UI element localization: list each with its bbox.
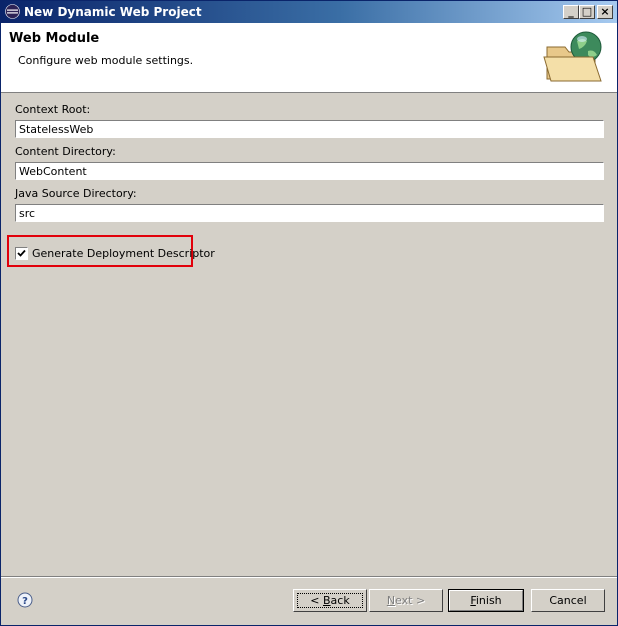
window-title: New Dynamic Web Project xyxy=(24,5,202,19)
generate-descriptor-label[interactable]: Generate Deployment Descriptor xyxy=(32,247,215,260)
maximize-button[interactable]: □ xyxy=(579,5,595,19)
maximize-icon: □ xyxy=(581,5,593,18)
page-description: Configure web module settings. xyxy=(18,54,194,67)
finish-button[interactable]: Finish xyxy=(448,589,524,612)
java-source-directory-label: Java Source Directory: xyxy=(15,187,137,200)
back-button[interactable]: < Back xyxy=(293,589,367,612)
generate-descriptor-checkbox[interactable] xyxy=(15,247,28,260)
close-button[interactable]: × xyxy=(597,5,613,19)
context-root-label: Context Root: xyxy=(15,103,91,116)
back-button-label: < Back xyxy=(310,594,350,607)
minimize-button[interactable]: _ xyxy=(563,5,579,19)
java-source-directory-input[interactable] xyxy=(16,205,606,221)
content-directory-input[interactable] xyxy=(16,163,606,179)
cancel-button-label: Cancel xyxy=(549,594,587,607)
minimize-icon: _ xyxy=(568,5,574,18)
title-bar[interactable]: New Dynamic Web Project _ □ × xyxy=(1,1,617,23)
content-directory-field[interactable] xyxy=(15,162,606,180)
context-root-input[interactable] xyxy=(16,121,606,137)
eclipse-icon xyxy=(5,4,20,19)
java-source-directory-field[interactable] xyxy=(15,204,606,222)
footer-separator xyxy=(1,576,617,578)
wizard-banner: Web Module Configure web module settings… xyxy=(1,23,617,93)
checkmark-icon xyxy=(17,249,26,257)
page-title: Web Module xyxy=(9,31,100,46)
content-directory-label: Content Directory: xyxy=(15,145,116,158)
folder-globe-icon xyxy=(543,31,602,82)
cancel-button[interactable]: Cancel xyxy=(531,589,605,612)
dialog-window: New Dynamic Web Project _ □ × Web Module… xyxy=(0,0,618,626)
close-icon: × xyxy=(600,5,610,18)
context-root-field[interactable] xyxy=(15,120,606,138)
next-button-label: Next > xyxy=(386,594,426,607)
next-button[interactable]: Next > xyxy=(369,589,443,612)
finish-button-label: Finish xyxy=(470,594,502,607)
svg-text:?: ? xyxy=(22,596,28,607)
help-icon[interactable]: ? xyxy=(17,592,33,608)
